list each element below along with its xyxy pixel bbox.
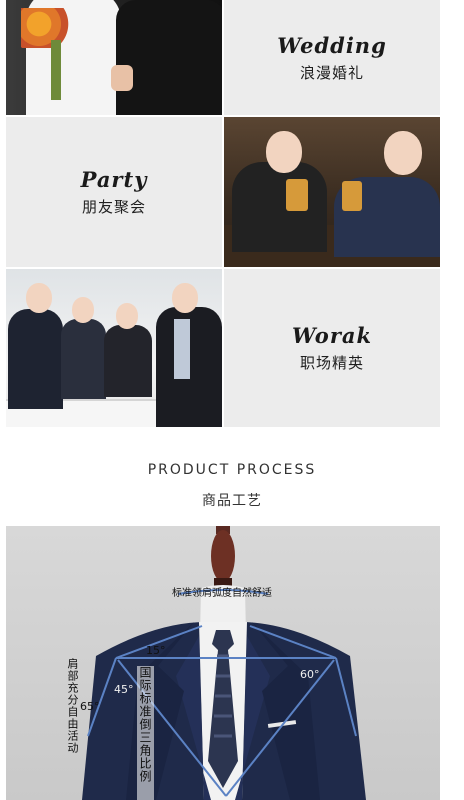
- office-photo: [6, 269, 222, 427]
- party-title: Party: [80, 167, 148, 192]
- party-subtitle: 朋友聚会: [81, 198, 146, 216]
- wedding-photo: [6, 0, 222, 115]
- annotation-angle-15: 15°: [146, 644, 166, 657]
- work-subtitle: 职场精英: [299, 354, 364, 372]
- party-label-card: Party 朋友聚会: [6, 117, 222, 267]
- annotation-shoulder-top: 标准领肩弧度自然舒适: [172, 588, 272, 599]
- work-title: Worak: [291, 323, 373, 348]
- annotation-angle-45: 45°: [114, 683, 134, 696]
- process-title-en: PRODUCT PROCESS: [147, 462, 317, 478]
- annotation-angle-60: 60°: [300, 668, 320, 681]
- wedding-label-card: Wedding 浪漫婚礼: [224, 0, 440, 115]
- work-label-card: Worak 职场精英: [224, 269, 440, 427]
- party-photo: [224, 117, 440, 267]
- process-title-cn: 商品工艺: [202, 493, 262, 509]
- annotation-shoulder-side: 肩部充分自由活动: [66, 658, 79, 754]
- annotation-angle-65: 65°: [80, 700, 100, 713]
- wedding-subtitle: 浪漫婚礼: [299, 63, 364, 82]
- wedding-title: Wedding: [277, 32, 387, 58]
- annotation-triangle: 国际标准倒三角比例: [137, 666, 154, 800]
- process-diagram: 标准领肩弧度自然舒适 肩部充分自由活动 国际标准倒三角比例 15° 45° 60…: [6, 526, 440, 800]
